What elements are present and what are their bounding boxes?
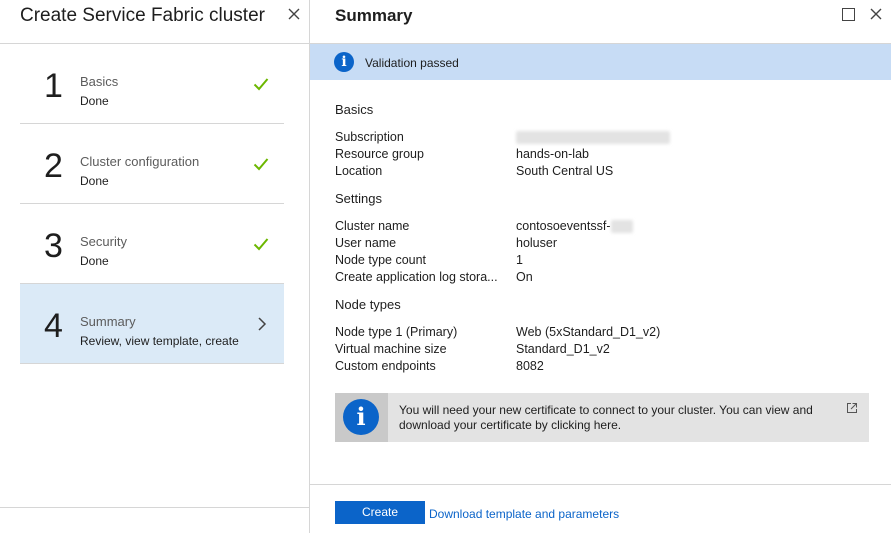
row-value: Web (5xStandard_D1_v2) [516, 325, 661, 339]
check-icon [253, 78, 269, 91]
close-icon[interactable] [286, 6, 302, 22]
blade-title: Create Service Fabric cluster [20, 5, 265, 26]
step-status: Review, view template, create [80, 334, 239, 348]
section-heading-basics: Basics [335, 102, 374, 117]
row-key: Cluster name [335, 219, 410, 233]
row-key: Custom endpoints [335, 359, 436, 373]
row-value: hands-on-lab [516, 147, 589, 161]
summary-row: User name holuser [335, 236, 855, 253]
close-icon[interactable] [868, 6, 884, 22]
summary-row: Virtual machine size Standard_D1_v2 [335, 342, 855, 359]
certificate-info-box[interactable]: i You will need your new certificate to … [335, 393, 869, 442]
info-icon-panel: i [335, 393, 388, 442]
row-key: Virtual machine size [335, 342, 447, 356]
maximize-icon[interactable] [842, 8, 855, 21]
step-number: 3 [44, 227, 63, 265]
external-link-icon[interactable] [846, 402, 858, 414]
row-key: Create application log stora... [335, 270, 498, 284]
step-title: Security [80, 234, 127, 249]
info-icon: i [334, 52, 354, 72]
summary-row: Subscription [335, 130, 855, 147]
row-value: South Central US [516, 164, 614, 178]
check-icon [253, 158, 269, 171]
step-security[interactable]: 3 Security Done [20, 204, 284, 284]
blade-title: Summary [335, 6, 413, 25]
row-value: 8082 [516, 359, 544, 373]
summary-row: Node type count 1 [335, 253, 855, 270]
step-number: 4 [44, 307, 63, 345]
section-heading-settings: Settings [335, 191, 382, 206]
step-number: 2 [44, 147, 63, 185]
download-template-link[interactable]: Download template and parameters [429, 507, 619, 521]
wizard-steps: 1 Basics Done 2 Cluster configuration Do… [20, 44, 284, 364]
summary-row: Create application log stora... On [335, 270, 855, 287]
row-value-redacted [516, 130, 670, 145]
summary-row: Resource group hands-on-lab [335, 147, 855, 164]
summary-blade: Summary i Validation passed Basics Subsc… [310, 0, 891, 533]
row-value: Standard_D1_v2 [516, 342, 610, 356]
summary-row: Custom endpoints 8082 [335, 359, 855, 376]
row-key: Location [335, 164, 383, 178]
row-key: Subscription [335, 130, 404, 144]
step-summary[interactable]: 4 Summary Review, view template, create [20, 284, 284, 364]
summary-row: Node type 1 (Primary) Web (5xStandard_D1… [335, 325, 855, 342]
row-value: On [516, 270, 533, 284]
create-button[interactable]: Create [335, 501, 425, 524]
step-title: Summary [80, 314, 136, 329]
create-cluster-blade: Create Service Fabric cluster 1 Basics D… [0, 0, 310, 533]
check-icon [253, 238, 269, 251]
step-cluster-configuration[interactable]: 2 Cluster configuration Done [20, 124, 284, 204]
validation-text: Validation passed [365, 56, 459, 70]
row-key: Resource group [335, 147, 424, 161]
step-title: Basics [80, 74, 119, 89]
divider [0, 507, 309, 508]
step-number: 1 [44, 67, 63, 105]
summary-row: Cluster name contosoeventssf- [335, 219, 855, 236]
divider [310, 484, 891, 485]
row-key: Node type 1 (Primary) [335, 325, 458, 339]
section-heading-node-types: Node types [335, 297, 401, 312]
row-key: Node type count [335, 253, 427, 267]
row-value: contosoeventssf- [516, 219, 633, 234]
step-status: Done [80, 254, 109, 268]
info-message: You will need your new certificate to co… [399, 403, 813, 432]
step-status: Done [80, 174, 109, 188]
validation-banner: i Validation passed [310, 44, 891, 80]
row-value: holuser [516, 236, 557, 250]
row-key: User name [335, 236, 397, 250]
step-basics[interactable]: 1 Basics Done [20, 44, 284, 124]
info-icon: i [343, 399, 379, 435]
step-title: Cluster configuration [80, 154, 200, 169]
step-status: Done [80, 94, 109, 108]
row-value: 1 [516, 253, 523, 267]
chevron-right-icon [258, 317, 267, 331]
summary-row: Location South Central US [335, 164, 855, 181]
